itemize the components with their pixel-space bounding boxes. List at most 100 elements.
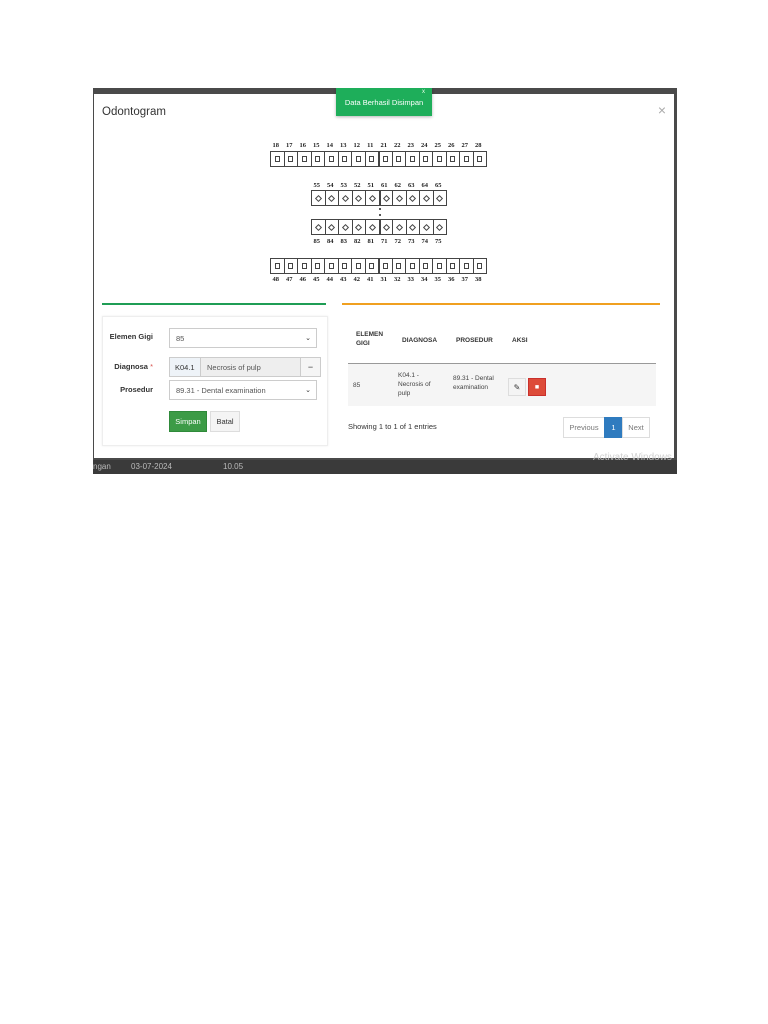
lower-permanent-numbers: 48 47 46 45 44 43 42 41 31 32 33 34 35 36 37 38 (269, 276, 485, 283)
tooth-33[interactable] (405, 258, 420, 274)
elemen-gigi-select[interactable]: 85 ⌄ (169, 328, 317, 348)
tooth-surface (288, 156, 294, 162)
tooth-number: 22 (394, 142, 401, 149)
tooth-surface (314, 194, 322, 202)
tooth-number: 47 (286, 276, 293, 283)
diagnosa-code-input[interactable]: K04.1 (169, 357, 201, 377)
tooth-number: 21 (380, 142, 388, 149)
tooth-22[interactable] (391, 151, 406, 167)
pagination-previous[interactable]: Previous (563, 417, 605, 438)
tooth-37[interactable] (459, 258, 474, 274)
tooth-36[interactable] (445, 258, 460, 274)
tooth-54[interactable] (324, 190, 339, 206)
toast-close-icon[interactable]: x (422, 89, 425, 95)
tooth-47[interactable] (283, 258, 298, 274)
tooth-28[interactable] (472, 151, 487, 167)
tooth-surface (436, 156, 442, 162)
tooth-41[interactable] (364, 258, 379, 274)
tooth-35[interactable] (432, 258, 447, 274)
tooth-44[interactable] (324, 258, 339, 274)
tooth-surface (355, 194, 363, 202)
tooth-surface (383, 156, 389, 162)
tooth-13[interactable] (337, 151, 352, 167)
tooth-82[interactable] (351, 219, 366, 235)
tooth-17[interactable] (283, 151, 298, 167)
tooth-surface (274, 263, 280, 269)
tooth-55[interactable] (311, 190, 326, 206)
tooth-number: 65 (435, 182, 442, 189)
tooth-83[interactable] (338, 219, 353, 235)
tooth-number: 31 (380, 276, 388, 283)
tooth-63[interactable] (405, 190, 420, 206)
tooth-81[interactable] (365, 219, 380, 235)
tooth-surface (328, 194, 336, 202)
tooth-52[interactable] (351, 190, 366, 206)
tooth-14[interactable] (324, 151, 339, 167)
tooth-surface (422, 223, 430, 231)
upper-primary-numbers: 55 54 53 52 51 61 62 63 64 65 (310, 182, 445, 189)
edit-button[interactable]: ✎ (508, 378, 526, 396)
tooth-surface (341, 194, 349, 202)
tooth-84[interactable] (324, 219, 339, 235)
tooth-surface (355, 263, 361, 269)
tooth-number: 23 (407, 142, 415, 149)
tooth-61[interactable] (378, 190, 393, 206)
tooth-25[interactable] (432, 151, 447, 167)
tooth-65[interactable] (432, 190, 447, 206)
tooth-43[interactable] (337, 258, 352, 274)
tooth-85[interactable] (311, 219, 326, 235)
tooth-72[interactable] (392, 219, 407, 235)
tooth-surface (422, 194, 430, 202)
tooth-surface (396, 156, 402, 162)
tooth-64[interactable] (419, 190, 434, 206)
tooth-23[interactable] (405, 151, 420, 167)
tooth-45[interactable] (310, 258, 325, 274)
tooth-34[interactable] (418, 258, 433, 274)
tooth-51[interactable] (365, 190, 380, 206)
pagination-next[interactable]: Next (622, 417, 650, 438)
tooth-75[interactable] (432, 219, 447, 235)
simpan-button[interactable]: Simpan (169, 411, 207, 432)
tooth-12[interactable] (351, 151, 366, 167)
tooth-surface (383, 263, 389, 269)
tooth-number: 12 (353, 142, 361, 149)
tooth-31[interactable] (378, 258, 393, 274)
tooth-number: 35 (434, 276, 442, 283)
tooth-number: 36 (448, 276, 455, 283)
tooth-18[interactable] (270, 151, 285, 167)
tooth-24[interactable] (418, 151, 433, 167)
tooth-73[interactable] (405, 219, 420, 235)
tooth-42[interactable] (351, 258, 366, 274)
tooth-11[interactable] (364, 151, 379, 167)
tooth-71[interactable] (378, 219, 393, 235)
tooth-number: 17 (286, 142, 293, 149)
tooth-16[interactable] (297, 151, 312, 167)
tooth-46[interactable] (297, 258, 312, 274)
tooth-53[interactable] (338, 190, 353, 206)
tooth-26[interactable] (445, 151, 460, 167)
tooth-number: 26 (448, 142, 455, 149)
tooth-48[interactable] (270, 258, 285, 274)
tooth-15[interactable] (310, 151, 325, 167)
diagnosa-clear-button[interactable]: − (301, 357, 321, 377)
tooth-32[interactable] (391, 258, 406, 274)
tooth-number: 32 (394, 276, 401, 283)
delete-button[interactable]: ■ (528, 378, 546, 396)
pagination-page-1[interactable]: 1 (604, 417, 623, 438)
close-icon[interactable]: × (658, 102, 666, 118)
tooth-27[interactable] (459, 151, 474, 167)
toast-message: Data Berhasil Disimpan (344, 97, 424, 107)
elemen-gigi-label: Elemen Gigi (109, 332, 153, 341)
upper-permanent-teeth (270, 151, 487, 167)
tooth-surface (341, 223, 349, 231)
tooth-number: 14 (326, 142, 334, 149)
activate-windows-watermark: Activate Windows (593, 452, 672, 463)
tooth-74[interactable] (419, 219, 434, 235)
tooth-38[interactable] (472, 258, 487, 274)
tooth-62[interactable] (392, 190, 407, 206)
tooth-21[interactable] (378, 151, 393, 167)
tooth-surface (436, 194, 444, 202)
tooth-number: 27 (461, 142, 469, 149)
batal-button[interactable]: Batal (210, 411, 240, 432)
prosedur-select[interactable]: 89.31 - Dental examination ⌄ (169, 380, 317, 400)
